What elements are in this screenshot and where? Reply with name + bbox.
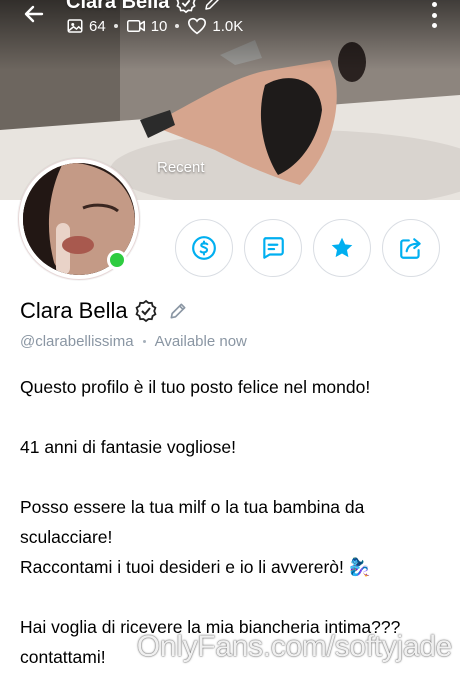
- pencil-icon[interactable]: [203, 0, 221, 12]
- videos-stat: 10: [126, 17, 168, 35]
- star-icon: [331, 237, 353, 258]
- stat-separator: [113, 24, 118, 28]
- profile-handle[interactable]: @clarabellissima: [20, 333, 134, 350]
- header-name: Clara Bella: [66, 0, 170, 13]
- videos-count: 10: [150, 17, 168, 35]
- bio-line: Raccontami i tuoi desideri e io li avver…: [20, 557, 371, 577]
- dollar-circle-icon: [192, 236, 216, 260]
- photos-count: 64: [89, 17, 106, 35]
- handle-separator: [142, 340, 146, 343]
- top-bar: Clara Bella 64 10 1.0K: [0, 0, 460, 40]
- header-title: Clara Bella: [66, 0, 221, 14]
- more-options-button[interactable]: [424, 2, 444, 28]
- more-vertical-icon: [431, 2, 437, 7]
- image-icon: [67, 19, 83, 33]
- bio-line: Posso essere la tua milf o la tua bambin…: [20, 497, 365, 547]
- watermark: OnlyFans.com/softyjade: [136, 630, 453, 663]
- header-stats: 64 10 1.0K: [66, 17, 243, 35]
- profile-name: Clara Bella: [20, 298, 128, 323]
- handle-row: @clarabellissima Available now: [20, 333, 247, 350]
- bio-line: Questo profilo è il tuo posto felice nel…: [20, 377, 371, 397]
- heart-icon: [188, 17, 207, 35]
- back-button[interactable]: [18, 0, 50, 28]
- profile-actions: [175, 219, 440, 277]
- pencil-icon[interactable]: [168, 301, 188, 321]
- message-button[interactable]: [244, 219, 302, 277]
- likes-count: 1.0K: [212, 17, 244, 35]
- recent-label[interactable]: Recent: [157, 159, 205, 176]
- likes-stat: 1.0K: [187, 17, 243, 35]
- profile-bio: Questo profilo è il tuo posto felice nel…: [20, 372, 450, 672]
- photos-stat: 64: [66, 17, 106, 35]
- bio-line: 41 anni di fantasie vogliose!: [20, 437, 236, 457]
- arrow-left-icon: [24, 5, 44, 23]
- stat-separator: [175, 24, 180, 28]
- profile-name-row: Clara Bella: [20, 298, 188, 324]
- message-icon: [263, 237, 284, 259]
- verified-badge-icon: [135, 299, 157, 323]
- availability-status: Available now: [154, 333, 247, 350]
- tip-button[interactable]: [175, 219, 233, 277]
- share-button[interactable]: [382, 219, 440, 277]
- online-indicator: [107, 250, 127, 270]
- favorite-button[interactable]: [313, 219, 371, 277]
- share-icon: [400, 238, 421, 259]
- verified-badge-icon: [176, 0, 197, 13]
- video-icon: [126, 20, 145, 32]
